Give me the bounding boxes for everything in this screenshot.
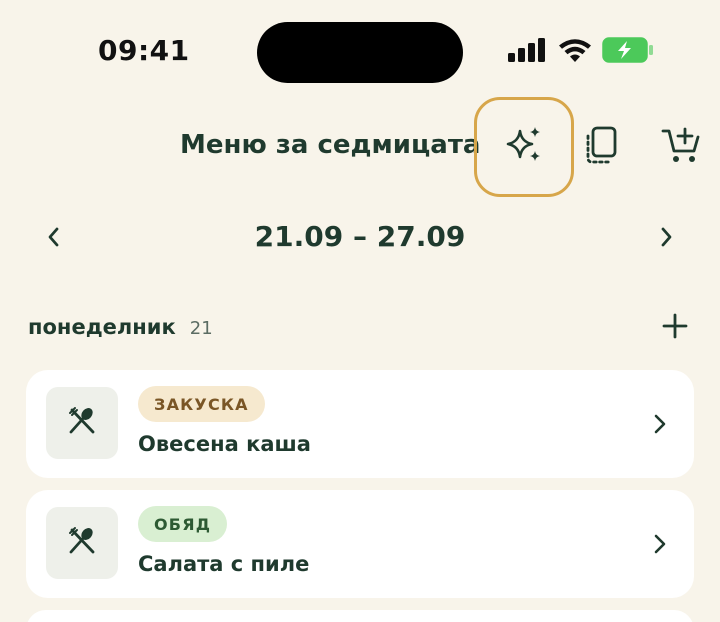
status-icons <box>508 37 654 67</box>
meal-type-badge: ОБЯД <box>138 506 228 542</box>
day-header: понеделник 21 <box>28 315 213 339</box>
meal-name: Салата с пиле <box>138 552 310 576</box>
chevron-right-icon <box>650 530 670 558</box>
day-number: 21 <box>189 318 213 339</box>
chevron-right-icon <box>650 410 670 438</box>
week-range-label: 21.09 – 27.09 <box>254 220 466 253</box>
meal-card[interactable] <box>26 610 694 622</box>
cart-add-icon <box>661 125 701 169</box>
copy-week-button[interactable] <box>581 126 621 168</box>
dynamic-island <box>257 22 463 83</box>
status-time: 09:41 <box>98 34 190 67</box>
fork-spoon-icon <box>66 525 98 561</box>
plus-icon <box>661 312 689 344</box>
fork-spoon-icon <box>66 405 98 441</box>
sparkles-icon <box>504 125 544 169</box>
page-title: Меню за седмицата <box>180 130 481 160</box>
meal-name: Овесена каша <box>138 432 311 456</box>
meal-thumbnail <box>46 507 118 579</box>
meal-type-badge: ЗАКУСКА <box>138 386 265 422</box>
next-week-button[interactable] <box>652 222 682 256</box>
chevron-right-icon <box>659 225 675 253</box>
meal-thumbnail <box>46 387 118 459</box>
status-bar: 09:41 <box>0 0 720 100</box>
wifi-icon <box>558 38 592 66</box>
battery-charging-icon <box>602 37 654 67</box>
day-name: понеделник <box>28 315 176 339</box>
ai-suggest-button[interactable] <box>474 97 574 197</box>
meal-card[interactable]: ОБЯД Салата с пиле <box>26 490 694 598</box>
add-to-cart-button[interactable] <box>660 126 702 168</box>
signal-icon <box>508 38 546 66</box>
add-meal-button[interactable] <box>658 311 692 345</box>
copy-icon <box>583 126 619 168</box>
meal-card[interactable]: ЗАКУСКА Овесена каша <box>26 370 694 478</box>
